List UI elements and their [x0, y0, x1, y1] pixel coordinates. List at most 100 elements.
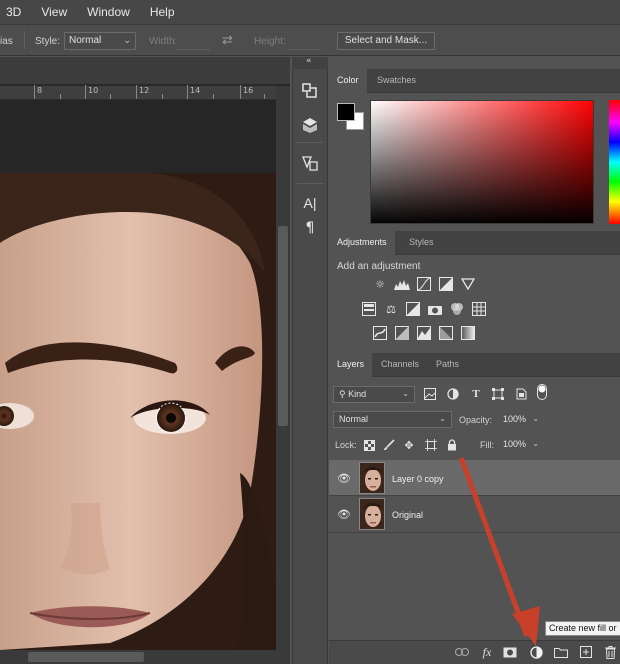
- fill-value: 100%: [503, 439, 527, 449]
- gradient-map-icon[interactable]: [438, 326, 454, 340]
- blend-mode-select[interactable]: Normal ⌄: [333, 411, 452, 428]
- hue-saturation-icon[interactable]: [361, 302, 377, 316]
- tab-channels[interactable]: Channels: [373, 353, 427, 377]
- new-group-icon[interactable]: [553, 645, 569, 659]
- filter-smart-object-icon[interactable]: [514, 387, 528, 401]
- chevron-down-icon: ⌄: [439, 414, 446, 423]
- filter-type-icon[interactable]: T: [469, 387, 483, 401]
- tab-color[interactable]: Color: [329, 69, 367, 93]
- chevron-down-icon: ⌄: [123, 35, 131, 45]
- swap-icon[interactable]: ⇄: [222, 32, 233, 48]
- ruler-tick: [34, 85, 35, 99]
- layer-name[interactable]: Layer 0 copy: [392, 474, 444, 484]
- collapse-icon[interactable]: «: [306, 56, 312, 66]
- document-canvas-background: [0, 101, 276, 173]
- ruler-tick: [213, 94, 214, 99]
- paragraph-icon[interactable]: ¶: [296, 215, 324, 241]
- levels-icon[interactable]: [394, 277, 410, 291]
- tab-styles[interactable]: Styles: [401, 231, 442, 255]
- tool-separator: [297, 142, 323, 143]
- fill-label: Fill:: [480, 440, 494, 450]
- fill-field[interactable]: 100% ⌄: [497, 436, 545, 453]
- tab-swatches[interactable]: Swatches: [369, 69, 424, 93]
- black-white-icon[interactable]: [405, 302, 421, 316]
- new-layer-icon[interactable]: [578, 645, 594, 659]
- select-and-mask-button[interactable]: Select and Mask...: [337, 32, 435, 50]
- curves-icon[interactable]: [416, 277, 432, 291]
- document-tab-strip: [0, 57, 290, 85]
- ruler-number: 10: [88, 86, 99, 95]
- vertical-scroll-thumb[interactable]: [278, 226, 288, 426]
- options-bar: ias Style: Normal ⌄ Width: ⇄ Height: Sel…: [0, 24, 620, 56]
- layer-filter-select[interactable]: ⚲ Kind ⌄: [333, 386, 415, 403]
- layer-name[interactable]: Original: [392, 510, 423, 520]
- layer-thumbnail[interactable]: [359, 498, 385, 530]
- lock-position-icon[interactable]: ✥: [402, 438, 416, 452]
- character-panel-icon[interactable]: [296, 150, 324, 176]
- history-panel-icon[interactable]: [296, 78, 324, 104]
- panel-icon-strip: [292, 57, 328, 664]
- ruler-tick: [85, 85, 86, 99]
- tool-separator: [297, 183, 323, 184]
- 3d-panel-icon[interactable]: [296, 112, 324, 138]
- layers-panel-tabs: Layers Channels Paths: [329, 353, 620, 377]
- new-fill-adjustment-layer-icon[interactable]: [528, 645, 544, 659]
- horizontal-scroll-thumb[interactable]: [28, 652, 144, 662]
- type-tool-icon[interactable]: A|: [296, 190, 324, 216]
- layer-style-fx-icon[interactable]: fx: [479, 645, 495, 659]
- add-mask-icon[interactable]: [502, 645, 518, 659]
- filter-pixel-icon[interactable]: [423, 387, 437, 401]
- color-balance-icon[interactable]: ⚖: [383, 302, 399, 316]
- lock-label: Lock:: [335, 440, 357, 450]
- ruler-tick: [264, 94, 265, 99]
- brightness-contrast-icon[interactable]: ☼: [372, 277, 388, 291]
- eye-icon[interactable]: 👁: [337, 472, 351, 485]
- channel-mixer-icon[interactable]: [449, 302, 465, 316]
- exposure-icon[interactable]: [438, 277, 454, 291]
- menu-item-3d[interactable]: 3D: [6, 5, 21, 19]
- layer-thumbnail[interactable]: [359, 462, 385, 494]
- style-select[interactable]: Normal ⌄: [64, 32, 136, 50]
- menu-item-window[interactable]: Window: [87, 5, 130, 19]
- ruler-tick: [162, 94, 163, 99]
- chevron-down-icon: ⌄: [402, 389, 409, 398]
- tab-adjustments[interactable]: Adjustments: [329, 231, 395, 255]
- filter-shape-icon[interactable]: [491, 387, 505, 401]
- color-spectrum-field[interactable]: [370, 100, 594, 224]
- ruler-number: 8: [37, 86, 43, 95]
- opacity-field[interactable]: 100% ⌄: [497, 411, 545, 428]
- threshold-icon[interactable]: [416, 326, 432, 340]
- vibrance-icon[interactable]: [460, 277, 476, 291]
- selective-color-icon[interactable]: [460, 326, 476, 340]
- lock-all-icon[interactable]: [445, 438, 459, 452]
- menu-bar: 3D View Window Help: [0, 0, 620, 24]
- hue-slider[interactable]: [609, 100, 620, 224]
- posterize-icon[interactable]: [394, 326, 410, 340]
- color-lookup-icon[interactable]: [471, 302, 487, 316]
- trash-icon[interactable]: [602, 645, 618, 659]
- menu-item-view[interactable]: View: [41, 5, 67, 19]
- invert-icon[interactable]: [372, 326, 388, 340]
- lock-transparent-icon[interactable]: [362, 438, 376, 452]
- width-field[interactable]: [176, 49, 210, 50]
- opacity-value: 100%: [503, 414, 527, 424]
- link-layers-icon[interactable]: [454, 645, 470, 659]
- filter-adjustment-icon[interactable]: [446, 387, 460, 401]
- adjustments-panel-tabs: Adjustments Styles: [329, 231, 620, 255]
- collapse-bar[interactable]: «: [292, 56, 328, 69]
- eye-icon[interactable]: 👁: [337, 508, 351, 521]
- portrait-photo[interactable]: [0, 173, 276, 650]
- height-label: Height:: [254, 36, 286, 47]
- ruler-tick: [60, 94, 61, 99]
- foreground-color-swatch[interactable]: [337, 103, 355, 121]
- lock-artboard-icon[interactable]: [424, 438, 438, 452]
- tab-layers[interactable]: Layers: [329, 353, 373, 377]
- menu-item-help[interactable]: Help: [150, 5, 175, 19]
- layers-bottom-bar: [329, 640, 620, 664]
- height-field[interactable]: [287, 49, 321, 50]
- tab-paths[interactable]: Paths: [428, 353, 467, 377]
- filter-toggle-icon[interactable]: [535, 384, 549, 400]
- lock-pixels-icon[interactable]: [382, 438, 396, 452]
- photo-filter-icon[interactable]: [427, 302, 443, 316]
- tooltip: Create new fill or: [545, 621, 620, 636]
